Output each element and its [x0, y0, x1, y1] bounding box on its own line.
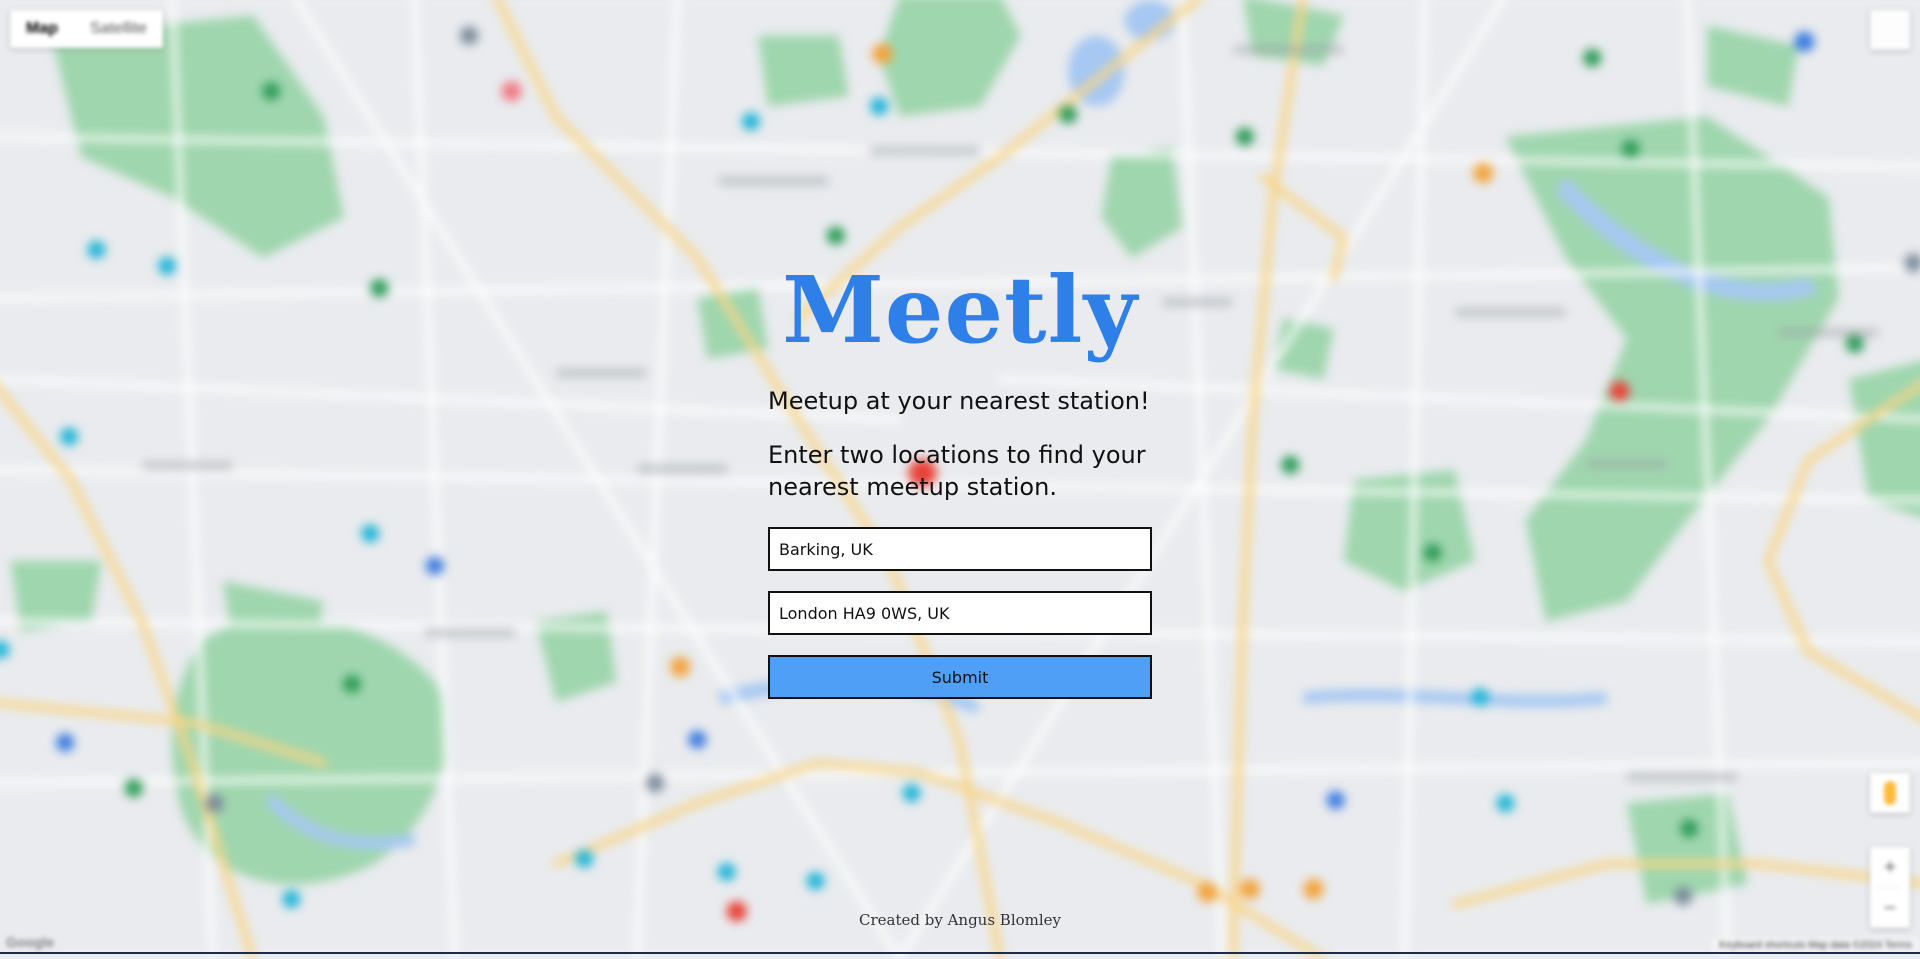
location-two-input[interactable] [768, 591, 1152, 635]
tagline: Meetup at your nearest station! [768, 387, 1150, 415]
street-view-button[interactable] [1870, 773, 1910, 813]
map-type-map[interactable]: Map [10, 10, 74, 48]
pegman-icon [1884, 781, 1896, 805]
google-logo: Google [6, 934, 55, 950]
fullscreen-button[interactable] [1870, 10, 1910, 50]
zoom-in-button[interactable]: + [1870, 847, 1910, 887]
meetly-panel: Meetly Meetup at your nearest station! E… [768, 255, 1152, 699]
location-one-input[interactable] [768, 527, 1152, 571]
app-logo: Meetly [782, 256, 1138, 364]
credit-text: Created by Angus Blomley [858, 911, 1062, 929]
submit-button[interactable]: Submit [768, 655, 1152, 699]
map-type-satellite[interactable]: Satellite [74, 10, 163, 48]
instructions: Enter two locations to find your nearest… [768, 441, 1146, 501]
map-type-control[interactable]: Map Satellite [10, 10, 163, 48]
